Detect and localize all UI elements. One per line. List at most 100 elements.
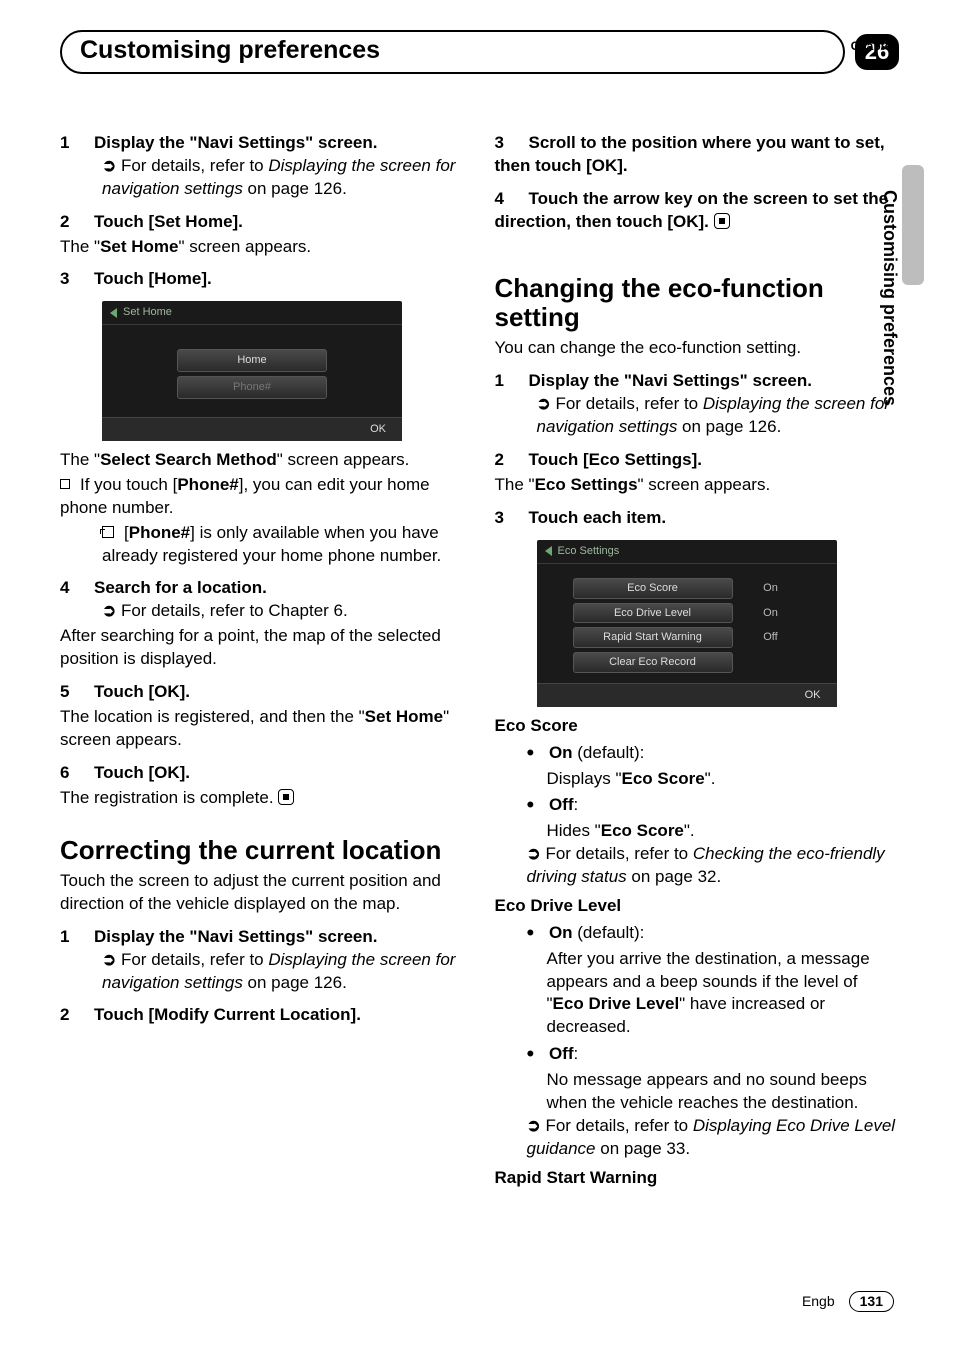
step-title: Display the "Navi Settings" screen. — [94, 927, 378, 946]
eco-score-button[interactable]: Eco Score — [573, 578, 733, 599]
step-number: 2 — [60, 1004, 94, 1027]
list-item: On (default): Displays "Eco Score". — [547, 738, 900, 791]
option-suffix: (default): — [573, 923, 645, 942]
ref-arrow-icon: ➲ — [527, 1116, 546, 1135]
body-text: The " — [60, 450, 100, 469]
ref-arrow-icon: ➲ — [537, 394, 556, 413]
ref-text: For details, refer to — [555, 394, 702, 413]
ref-text: For details, refer to — [545, 844, 692, 863]
screenshot-title: Set Home — [123, 305, 172, 320]
clear-eco-record-button[interactable]: Clear Eco Record — [573, 652, 733, 673]
body-bold: Set Home — [100, 237, 178, 256]
step-number: 1 — [495, 370, 529, 393]
step-number: 4 — [60, 577, 94, 600]
step-number: 3 — [60, 268, 94, 291]
step-title: Touch [Set Home]. — [94, 212, 243, 231]
section-intro: You can change the eco-function setting. — [495, 337, 900, 360]
body-text: " screen appears. — [178, 237, 311, 256]
body-text: The registration is complete. — [60, 788, 274, 807]
home-button[interactable]: Home — [177, 349, 327, 372]
section-intro: Touch the screen to adjust the current p… — [60, 870, 465, 916]
side-section-label: Customising preferences — [878, 190, 902, 406]
step-title: Touch [OK]. — [94, 763, 190, 782]
body-bold: Eco Drive Level — [553, 994, 680, 1013]
body-bold: Phone# — [177, 475, 238, 494]
screenshot-set-home: Set Home Home Phone# OK — [102, 301, 402, 440]
step-title: Touch [OK]. — [94, 682, 190, 701]
ref-arrow-icon: ➲ — [102, 156, 121, 175]
ref-arrow-icon: ➲ — [527, 844, 546, 863]
back-icon[interactable] — [110, 308, 117, 318]
step-title: Touch [Modify Current Location]. — [94, 1005, 361, 1024]
body-text: ". — [684, 821, 695, 840]
step-title: Search for a location. — [94, 578, 267, 597]
screenshot-title: Eco Settings — [558, 544, 620, 559]
list-item: Off: Hides "Eco Score". — [547, 790, 900, 843]
eco-drive-level-button[interactable]: Eco Drive Level — [573, 603, 733, 624]
page-footer: Engb 131 — [802, 1291, 894, 1312]
left-column: 1Display the "Navi Settings" screen. ➲ F… — [60, 122, 465, 1190]
chapter-label: Chapter — [851, 38, 896, 54]
ref-arrow-icon: ➲ — [102, 601, 121, 620]
back-icon[interactable] — [545, 546, 552, 556]
step-title: Touch the arrow key on the screen to set… — [495, 189, 889, 231]
sub-heading: Rapid Start Warning — [495, 1167, 900, 1190]
step-title: Display the "Navi Settings" screen. — [529, 371, 813, 390]
right-column: 3Scroll to the position where you want t… — [495, 122, 900, 1190]
eco-score-value: On — [741, 581, 801, 596]
option-suffix: : — [573, 795, 578, 814]
ok-button[interactable]: OK — [370, 423, 386, 435]
option-label: On — [549, 923, 573, 942]
footer-lang: Engb — [802, 1292, 835, 1311]
body-bold: Set Home — [365, 707, 443, 726]
section-heading: Changing the eco-function setting — [495, 274, 900, 334]
step-number: 4 — [495, 188, 529, 211]
end-mark-icon — [278, 789, 294, 805]
step-number: 6 — [60, 762, 94, 785]
ref-text: on page 33. — [596, 1139, 691, 1158]
ref-text: For details, refer to — [545, 1116, 692, 1135]
ref-text: For details, refer to Chapter 6. — [121, 601, 348, 620]
body-bold: Eco Score — [622, 769, 705, 788]
body-bold: Eco Settings — [535, 475, 638, 494]
option-label: Off — [549, 1044, 574, 1063]
page-number: 131 — [849, 1291, 894, 1312]
end-mark-icon — [714, 213, 730, 229]
step-title: Touch [Home]. — [94, 269, 212, 288]
step-number: 1 — [60, 926, 94, 949]
step-number: 2 — [495, 449, 529, 472]
screenshot-eco-settings: Eco Settings Eco Score On Eco Drive Level… — [537, 540, 837, 707]
option-label: On — [549, 743, 573, 762]
body-text: " screen appears. — [277, 450, 410, 469]
sub-heading: Eco Score — [495, 715, 900, 738]
body-bold: Select Search Method — [100, 450, 277, 469]
step-title: Scroll to the position where you want to… — [495, 133, 885, 175]
ref-text: on page 126. — [677, 417, 781, 436]
step-title: Touch each item. — [529, 508, 667, 527]
chapter-title: Customising preferences — [80, 34, 825, 68]
phone-button[interactable]: Phone# — [177, 376, 327, 399]
ref-text: on page 126. — [243, 179, 347, 198]
chapter-header: Customising preferences 26 — [60, 30, 899, 74]
body-text: Hides " — [547, 821, 601, 840]
side-tab — [902, 165, 924, 285]
step-title: Touch [Eco Settings]. — [529, 450, 702, 469]
eco-drive-level-value: On — [741, 606, 801, 621]
ok-button[interactable]: OK — [805, 689, 821, 701]
step-number: 1 — [60, 132, 94, 155]
list-item: Off: No message appears and no sound bee… — [547, 1039, 900, 1115]
note-icon — [102, 526, 114, 538]
body-text: ". — [705, 769, 716, 788]
ref-text: on page 126. — [243, 973, 347, 992]
step-number: 5 — [60, 681, 94, 704]
rapid-start-warning-button[interactable]: Rapid Start Warning — [573, 627, 733, 648]
body-text: If you touch [ — [80, 475, 177, 494]
list-item: On (default): After you arrive the desti… — [547, 918, 900, 1039]
option-suffix: : — [573, 1044, 578, 1063]
ref-text: on page 32. — [627, 867, 722, 886]
body-bold: Eco Score — [601, 821, 684, 840]
body-text: No message appears and no sound beeps wh… — [547, 1069, 900, 1115]
option-suffix: (default): — [573, 743, 645, 762]
body-text: After searching for a point, the map of … — [60, 625, 465, 671]
ref-arrow-icon: ➲ — [102, 950, 121, 969]
